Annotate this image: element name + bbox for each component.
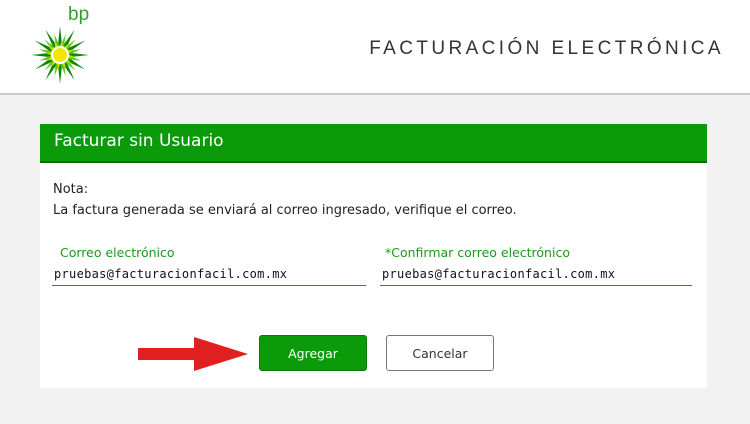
- panel-title: Facturar sin Usuario: [54, 131, 224, 151]
- panel-header: Facturar sin Usuario: [40, 124, 707, 163]
- note: Nota: La factura generada se enviará al …: [53, 179, 517, 221]
- cancel-button[interactable]: Cancelar: [386, 335, 494, 371]
- email-label: Correo electrónico: [60, 245, 175, 260]
- confirm-email-input[interactable]: [380, 263, 692, 286]
- red-arrow-right-icon: [138, 337, 248, 371]
- note-label: Nota:: [53, 182, 89, 197]
- logo-text: bp: [68, 4, 90, 25]
- confirm-email-label: *Confirmar correo electrónico: [385, 245, 570, 260]
- note-text: La factura generada se enviará al correo…: [53, 203, 517, 218]
- header-title: FACTURACIÓN ELECTRÓNICA: [369, 38, 724, 59]
- page-header: bp FACTURACIÓN ELECTRÓNICA: [0, 0, 750, 95]
- bp-logo[interactable]: bp: [30, 4, 94, 84]
- add-button[interactable]: Agregar: [259, 335, 367, 371]
- bp-helios-logo-icon: [31, 26, 89, 84]
- email-input[interactable]: [52, 263, 366, 286]
